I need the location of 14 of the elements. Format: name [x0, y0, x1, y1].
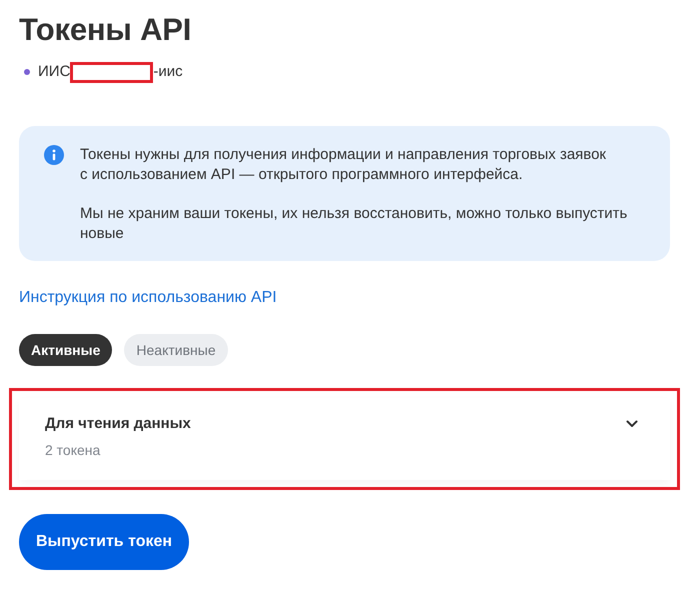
group-title: Для чтения данных	[45, 414, 191, 434]
issue-token-button[interactable]: Выпустить токен	[19, 514, 190, 570]
info-icon	[44, 145, 64, 165]
info-paragraph: Токены нужны для получения информации и направления торговых заявок с использованием API — открытого программного интерфейса.	[80, 145, 607, 185]
dot-icon	[24, 69, 30, 75]
page-title: Токены API	[19, 11, 192, 49]
token-group-card[interactable]: Для чтения данных 2 токена	[19, 398, 670, 480]
account-suffix: -иис	[153, 62, 183, 82]
help-link[interactable]: Инструкция по использованию API	[19, 287, 277, 309]
filter-tab[interactable]: Неактивные	[124, 334, 228, 366]
info-paragraph: Мы не храним ваши токены, их нельзя восстановить, можно только выпустить новые	[80, 204, 628, 244]
account-prefix: ИИС	[38, 62, 70, 82]
token-count: 2 токена	[45, 441, 102, 460]
filter-tab[interactable]: Активные	[19, 334, 112, 366]
